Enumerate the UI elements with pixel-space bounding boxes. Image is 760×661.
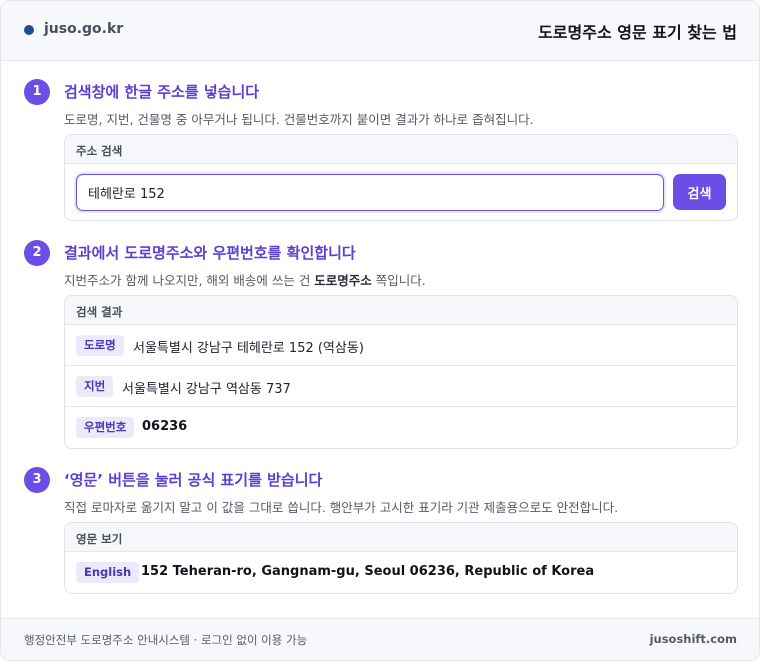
postcode-value: 06236	[142, 419, 188, 434]
desc-emphasis: 도로명주소	[314, 273, 372, 288]
step-description: 도로명, 지번, 건물명 중 아무거나 됩니다. 건물번호까지 붙이면 결과가 …	[64, 112, 534, 127]
desc-text: 지번주소가 함께 나오지만, 해외 배송에 쓰는 건	[64, 273, 315, 288]
step-title: 결과에서 도로명주소와 우편번호를 확인합니다	[64, 244, 356, 262]
step-title: 검색창에 한글 주소를 넣습니다	[64, 83, 260, 101]
search-card: 주소 검색 검색	[64, 134, 738, 221]
english-address-value: 152 Teheran-ro, Gangnam-gu, Seoul 06236,…	[141, 564, 595, 579]
address-search-input[interactable]	[76, 174, 664, 211]
row-tag: 도로명	[76, 335, 124, 356]
site-domain: juso.go.kr	[44, 21, 124, 37]
english-card: 영문 보기 English 152 Teheran-ro, Gangnam-gu…	[64, 522, 738, 594]
footer-note: 행정안전부 도로명주소 안내시스템 · 로그인 없이 이용 가능	[24, 633, 308, 647]
page-frame: juso.go.kr 도로명주소 영문 표기 찾는 법 1 검색창에 한글 주소…	[0, 0, 760, 661]
result-row-road: 도로명 서울특별시 강남구 테헤란로 152 (역삼동)	[65, 325, 737, 366]
row-tag: 우편번호	[76, 417, 135, 438]
step-number-badge: 1	[24, 79, 50, 105]
footer: 행정안전부 도로명주소 안내시스템 · 로그인 없이 이용 가능 jusoshi…	[1, 618, 759, 660]
search-button[interactable]: 검색	[673, 174, 726, 210]
step-description: 직접 로마자로 옮기지 말고 이 값을 그대로 씁니다. 행안부가 고시한 표기…	[64, 500, 619, 515]
result-row-english: English 152 Teheran-ro, Gangnam-gu, Seou…	[65, 552, 737, 593]
footer-site-link[interactable]: jusoshift.com	[650, 632, 737, 646]
card-title: 주소 검색	[65, 135, 737, 164]
card-title: 검색 결과	[65, 296, 737, 325]
top-bar: juso.go.kr 도로명주소 영문 표기 찾는 법	[1, 1, 759, 61]
step-number-badge: 2	[24, 240, 50, 266]
result-card: 검색 결과 도로명 서울특별시 강남구 테헤란로 152 (역삼동) 지번 서울…	[64, 295, 738, 449]
step-number-badge: 3	[24, 467, 50, 493]
site-dot-icon	[24, 25, 34, 35]
step-title: ‘영문’ 버튼을 눌러 공식 표기를 받습니다	[64, 471, 323, 489]
result-row-postcode: 우편번호 06236	[65, 407, 737, 448]
road-address-value: 서울특별시 강남구 테헤란로 152 (역삼동)	[133, 341, 364, 356]
desc-text: 쪽입니다.	[371, 273, 426, 288]
step-description: 지번주소가 함께 나오지만, 해외 배송에 쓰는 건 도로명주소 쪽입니다.	[64, 270, 426, 289]
row-tag: English	[76, 562, 140, 583]
card-title: 영문 보기	[65, 523, 737, 552]
result-row-jibun: 지번 서울특별시 강남구 역삼동 737	[65, 366, 737, 407]
page-title: 도로명주소 영문 표기 찾는 법	[538, 23, 737, 42]
row-tag: 지번	[76, 376, 114, 397]
jibun-address-value: 서울특별시 강남구 역삼동 737	[122, 382, 291, 397]
